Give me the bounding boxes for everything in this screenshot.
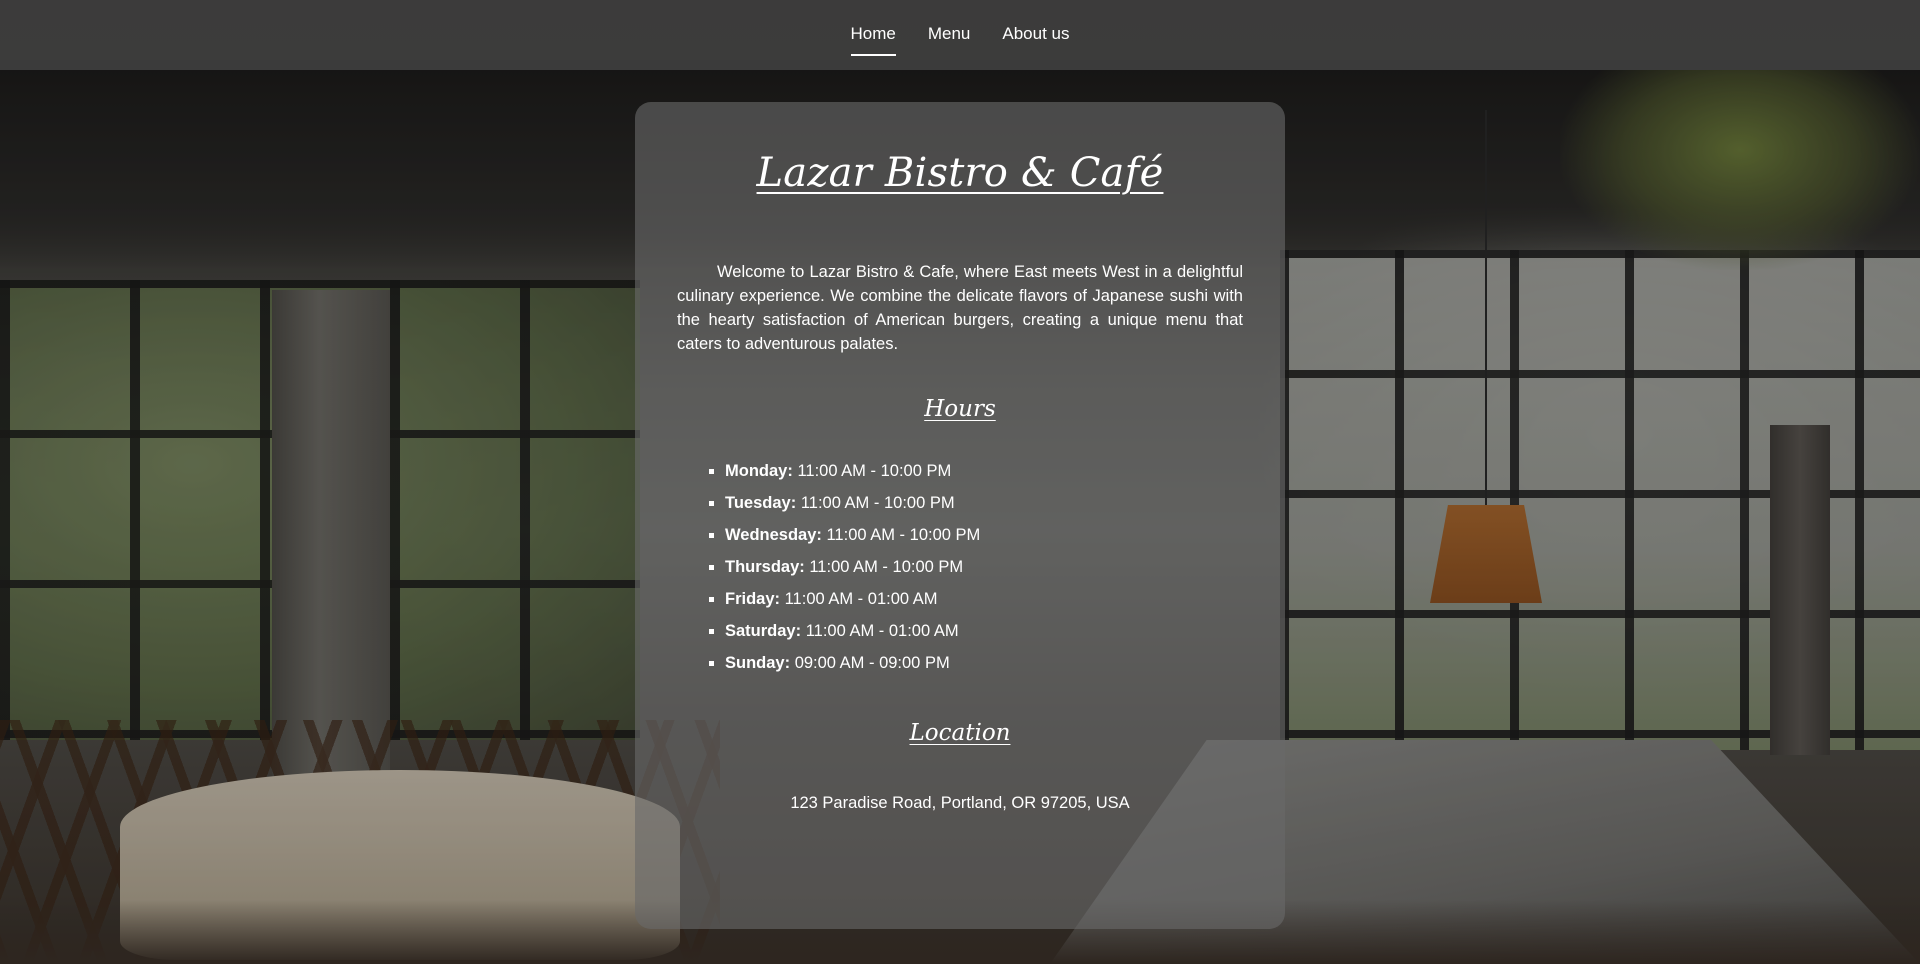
hours-time: 11:00 AM - 10:00 PM (826, 526, 981, 544)
address-text: 123 Paradise Road, Portland, OR 97205, U… (790, 794, 1130, 812)
hours-time: 11:00 AM - 10:00 PM (809, 558, 964, 576)
hours-item-saturday: Saturday: 11:00 AM - 01:00 AM (725, 620, 1243, 652)
hours-heading: Hours (924, 396, 996, 422)
hours-item-friday: Friday: 11:00 AM - 01:00 AM (725, 588, 1243, 620)
hours-list: Monday: 11:00 AM - 10:00 PM Tuesday: 11:… (677, 460, 1243, 684)
nav-link-home[interactable]: Home (850, 24, 896, 56)
hours-item-tuesday: Tuesday: 11:00 AM - 10:00 PM (725, 492, 1243, 524)
hours-day: Sunday: (725, 654, 791, 672)
hours-item-thursday: Thursday: 11:00 AM - 10:00 PM (725, 556, 1243, 588)
nav-item-home: Home (850, 24, 896, 56)
hours-time: 11:00 AM - 10:00 PM (800, 494, 955, 512)
intro-paragraph: Welcome to Lazar Bistro & Cafe, where Ea… (677, 263, 1243, 353)
hours-item-wednesday: Wednesday: 11:00 AM - 10:00 PM (725, 524, 1243, 556)
hours-day: Monday: (725, 462, 793, 480)
hours-day: Saturday: (725, 622, 802, 640)
top-navigation: Home Menu About us (0, 0, 1920, 70)
hours-time: 11:00 AM - 10:00 PM (797, 462, 952, 480)
nav-link-menu[interactable]: Menu (928, 24, 971, 56)
page-title: Lazar Bistro & Café (756, 150, 1164, 196)
hours-time: 09:00 AM - 09:00 PM (794, 654, 950, 672)
nav-list: Home Menu About us (850, 24, 1070, 56)
hours-day: Wednesday: (725, 526, 822, 544)
nav-item-menu: Menu (928, 24, 971, 56)
hours-time: 11:00 AM - 01:00 AM (805, 622, 959, 640)
info-card: Lazar Bistro & Café Welcome to Lazar Bis… (635, 102, 1285, 929)
hours-item-monday: Monday: 11:00 AM - 10:00 PM (725, 460, 1243, 492)
hours-day: Thursday: (725, 558, 805, 576)
hours-day: Friday: (725, 590, 781, 608)
hours-time: 11:00 AM - 01:00 AM (784, 590, 938, 608)
nav-item-about: About us (1002, 24, 1069, 56)
nav-link-about-us[interactable]: About us (1002, 24, 1069, 56)
hours-item-sunday: Sunday: 09:00 AM - 09:00 PM (725, 652, 1243, 684)
hours-day: Tuesday: (725, 494, 797, 512)
location-heading: Location (909, 720, 1011, 746)
